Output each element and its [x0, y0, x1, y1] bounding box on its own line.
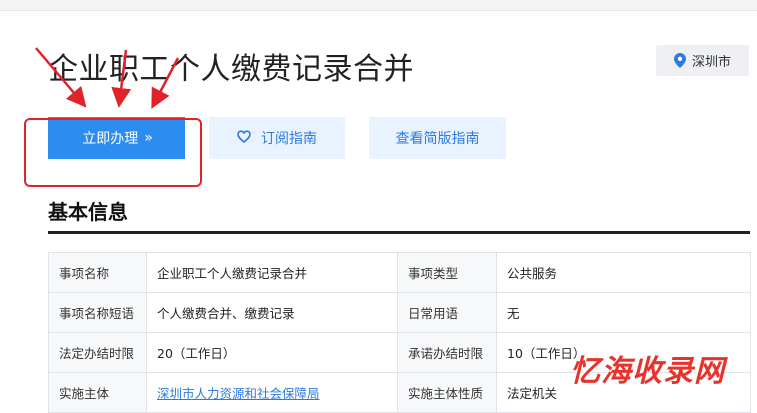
heart-icon [237, 129, 251, 147]
table-row: 事项名称 企业职工个人缴费记录合并 事项类型 公共服务 [48, 252, 751, 293]
field-value: 20（工作日） [146, 332, 398, 373]
field-label: 日常用语 [397, 292, 497, 333]
subscribe-guide-label: 订阅指南 [261, 131, 317, 147]
implementing-agency-link[interactable]: 深圳市人力资源和社会保障局 [146, 372, 398, 413]
field-value: 企业职工个人缴费记录合并 [146, 252, 398, 293]
location-pin-icon [673, 53, 686, 68]
field-label: 法定办结时限 [48, 332, 147, 373]
field-label: 实施主体性质 [397, 372, 497, 413]
watermark-logo: 忆海收录网 [570, 354, 725, 389]
field-label: 事项类型 [397, 252, 497, 293]
view-brief-guide-button[interactable]: 查看简版指南 [369, 117, 506, 159]
annotation-highlight-box [24, 118, 202, 187]
section-divider [48, 231, 750, 234]
annotation-arrow-middle [111, 49, 132, 108]
city-label: 深圳市 [691, 55, 731, 70]
section-title-basic-info: 基本信息 [48, 200, 128, 224]
view-brief-guide-label: 查看简版指南 [395, 131, 480, 147]
field-value: 公共服务 [496, 252, 751, 293]
field-label: 事项名称短语 [48, 292, 147, 333]
field-value: 无 [496, 292, 751, 333]
annotation-arrow-left [35, 47, 87, 108]
field-label: 承诺办结时限 [397, 332, 497, 373]
table-row: 事项名称短语 个人缴费合并、缴费记录 日常用语 无 [48, 292, 751, 333]
field-label: 事项名称 [48, 252, 147, 293]
city-selector[interactable]: 深圳市 [656, 45, 749, 76]
subscribe-guide-button[interactable]: 订阅指南 [209, 117, 345, 159]
annotation-arrow-right [151, 57, 180, 109]
field-label: 实施主体 [48, 372, 147, 413]
annotation-arrows [35, 47, 180, 109]
field-value: 个人缴费合并、缴费记录 [146, 292, 398, 333]
